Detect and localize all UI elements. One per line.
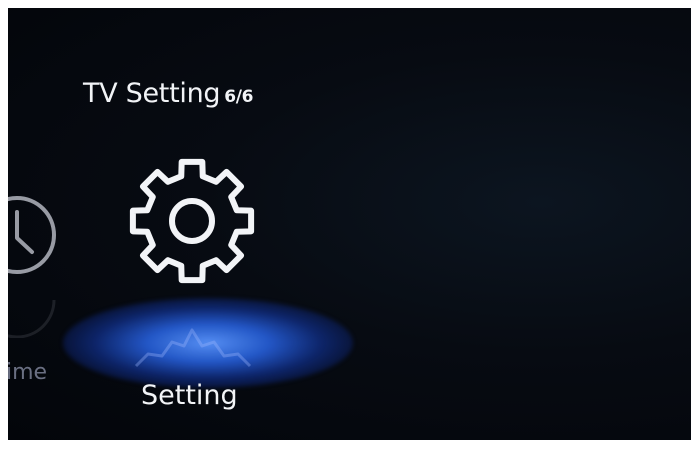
menu-item-time-label: ime (8, 360, 48, 385)
clock-reflection (8, 299, 56, 338)
page-indicator: 6/6 (224, 87, 254, 107)
menu-item-setting-label: Setting (141, 380, 238, 411)
gear-icon (129, 158, 255, 284)
page-title: TV Setting 6/6 (83, 78, 254, 109)
gear-reflection (134, 328, 252, 368)
tv-settings-screen: TV Setting 6/6 ime Setting (8, 8, 691, 440)
gear-outline (129, 158, 255, 284)
title-text: TV Setting (83, 78, 221, 109)
clock-icon (8, 196, 56, 274)
